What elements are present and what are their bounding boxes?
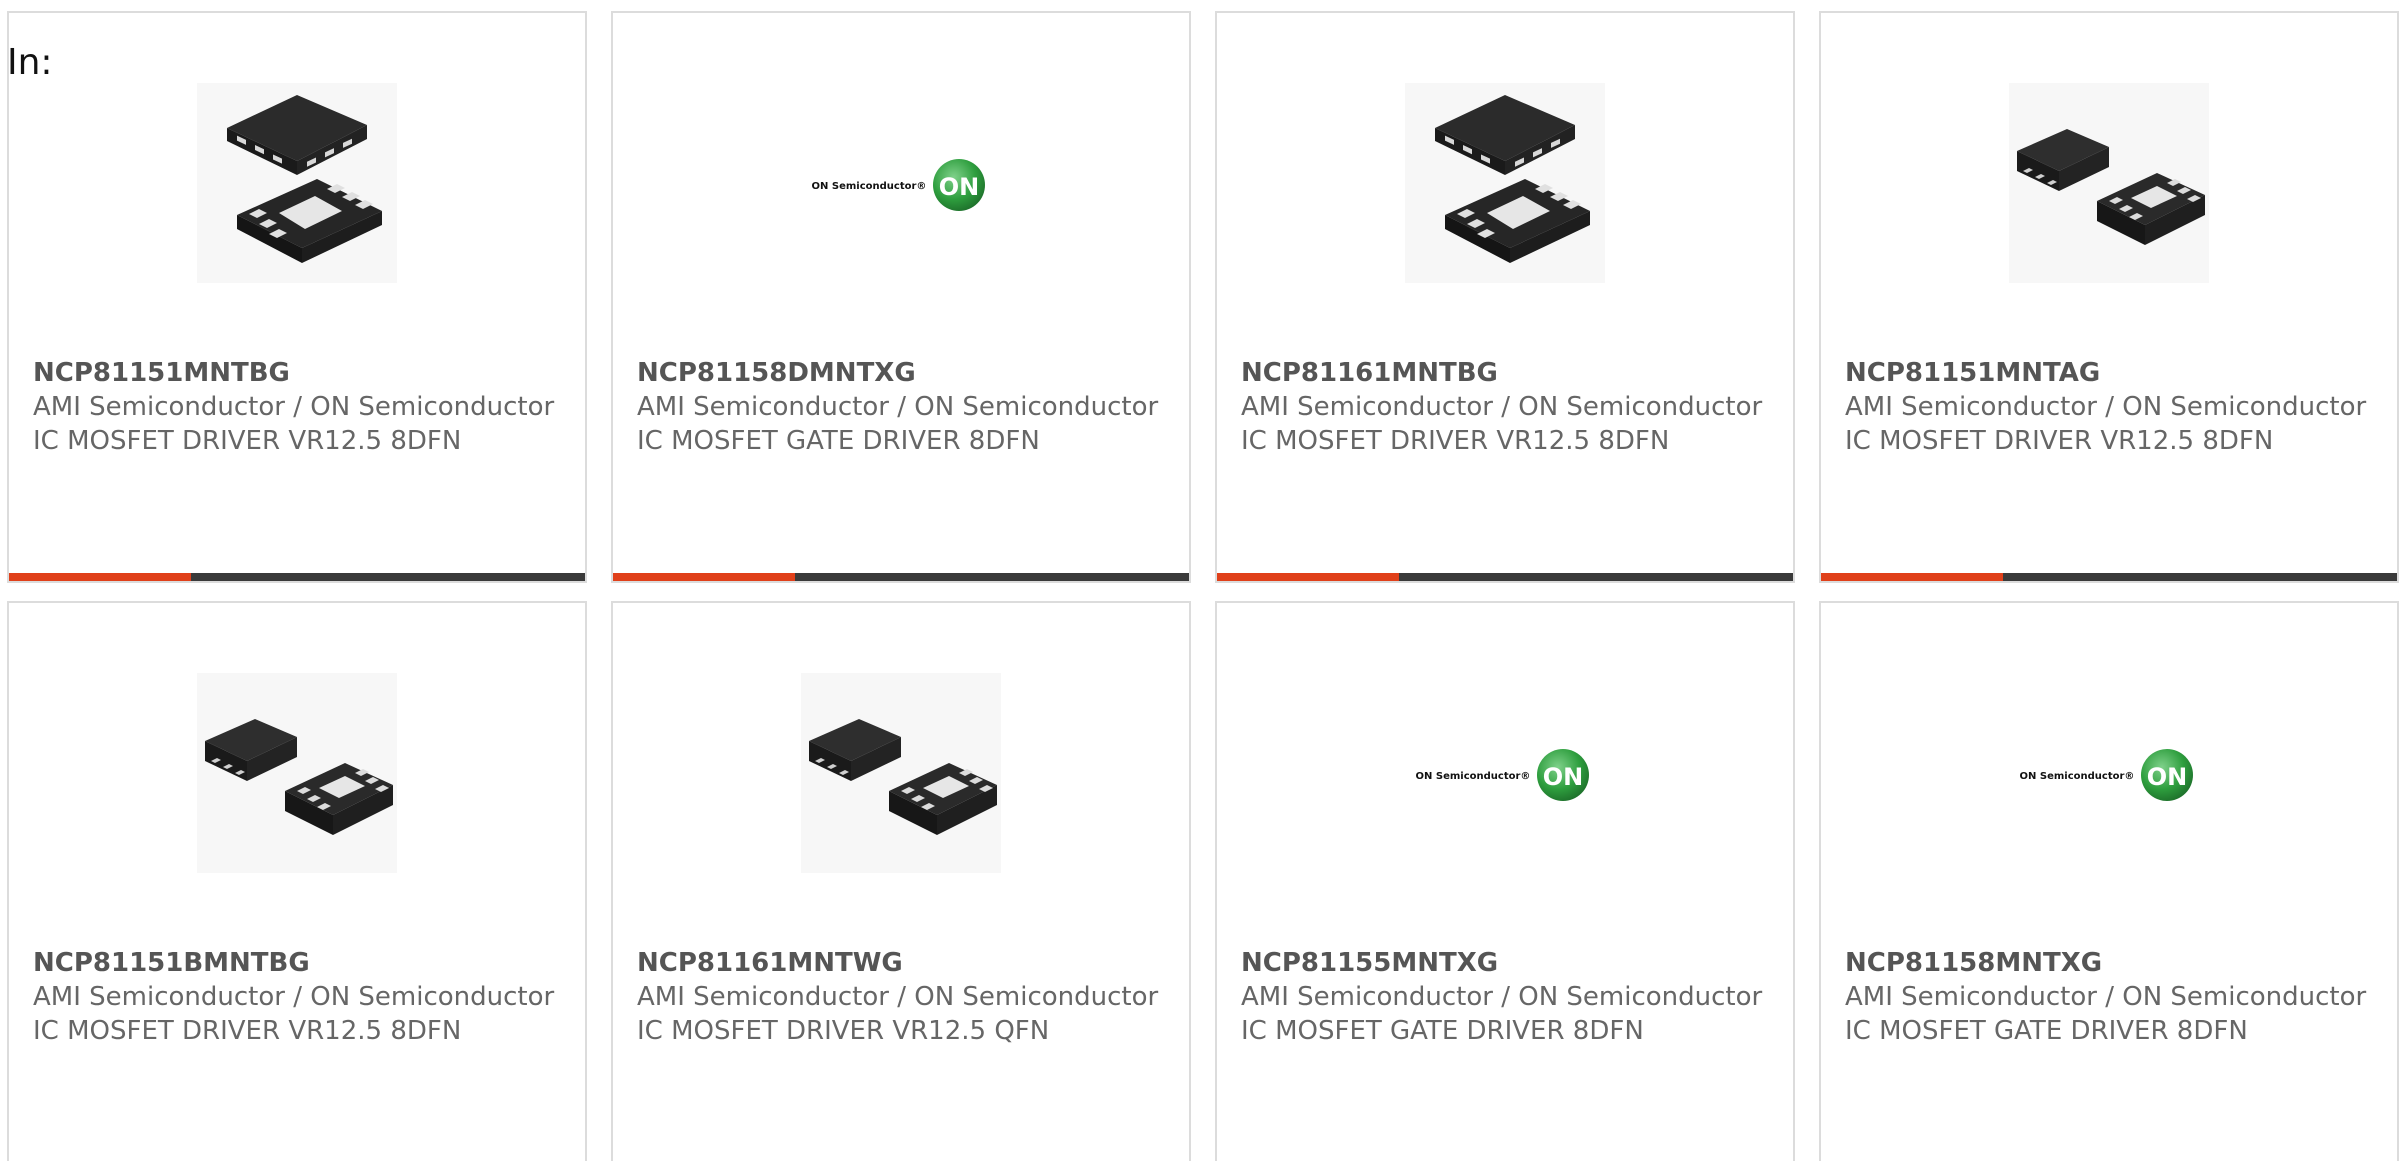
product-card[interactable]: ON Semiconductor® ON NCP81158DMNTXG AMI S… (611, 11, 1191, 583)
dfn-chip-angled-image (197, 83, 397, 283)
part-number-link[interactable]: NCP81158MNTXG (1845, 946, 2377, 980)
product-card[interactable]: NCP81151MNTAG AMI Semiconductor / ON Semi… (1819, 11, 2399, 583)
card-hover-bar-accent (613, 573, 795, 581)
product-description: IC MOSFET GATE DRIVER 8DFN (1241, 1016, 1644, 1046)
part-number-link[interactable]: NCP81161MNTWG (637, 946, 1169, 980)
filter-in-label: In: (7, 42, 53, 83)
part-number-link[interactable]: NCP81155MNTXG (1241, 946, 1773, 980)
manufacturer-name: AMI Semiconductor / ON Semiconductor (1241, 982, 1763, 1012)
logo-wordmark: ON Semiconductor® (1416, 771, 1531, 782)
product-info: NCP81158MNTXG AMI Semiconductor / ON Semi… (1845, 946, 2377, 1048)
manufacturer-name: AMI Semiconductor / ON Semiconductor (637, 982, 1159, 1012)
product-card[interactable]: ON Semiconductor® ON NCP81158MNTXG AMI Se… (1819, 601, 2399, 1161)
product-description: IC MOSFET DRIVER VR12.5 8DFN (33, 1016, 462, 1046)
manufacturer-name: AMI Semiconductor / ON Semiconductor (1241, 392, 1763, 422)
manufacturer-name: AMI Semiconductor / ON Semiconductor (33, 392, 555, 422)
product-description: IC MOSFET GATE DRIVER 8DFN (1845, 1016, 2248, 1046)
product-card[interactable]: NCP81161MNTWG AMI Semiconductor / ON Semi… (611, 601, 1191, 1161)
logo-badge: ON (939, 173, 980, 201)
product-description: IC MOSFET DRIVER VR12.5 8DFN (1241, 426, 1670, 456)
on-semiconductor-logo-image: ON Semiconductor® ON (1416, 749, 1589, 801)
product-info: NCP81161MNTBG AMI Semiconductor / ON Semi… (1241, 356, 1773, 458)
dfn-chip-pair-image (197, 673, 397, 873)
product-image[interactable] (197, 673, 397, 873)
manufacturer-name: AMI Semiconductor / ON Semiconductor (33, 982, 555, 1012)
card-hover-bar (9, 573, 585, 581)
dfn-chip-pair-image (801, 673, 1001, 873)
product-description: IC MOSFET GATE DRIVER 8DFN (637, 426, 1040, 456)
product-info: NCP81151MNTAG AMI Semiconductor / ON Semi… (1845, 356, 2377, 458)
manufacturer-name: AMI Semiconductor / ON Semiconductor (637, 392, 1159, 422)
part-number-link[interactable]: NCP81161MNTBG (1241, 356, 1773, 390)
dfn-chip-angled-image (1405, 83, 1605, 283)
manufacturer-name: AMI Semiconductor / ON Semiconductor (1845, 982, 2367, 1012)
card-hover-bar-accent (9, 573, 191, 581)
card-hover-bar-accent (1821, 573, 2003, 581)
card-hover-bar-accent (1217, 573, 1399, 581)
part-number-link[interactable]: NCP81151MNTBG (33, 356, 565, 390)
product-results-page: In: NCP81151MNTBG AMI Semiconductor / ON… (0, 0, 2400, 1161)
product-image[interactable]: ON Semiconductor® ON (801, 83, 1001, 283)
product-image[interactable]: ON Semiconductor® ON (2009, 673, 2209, 873)
card-hover-bar (1821, 573, 2397, 581)
product-info: NCP81151BMNTBG AMI Semiconductor / ON Sem… (33, 946, 565, 1048)
product-image[interactable] (801, 673, 1001, 873)
part-number-link[interactable]: NCP81158DMNTXG (637, 356, 1169, 390)
product-grid: NCP81151MNTBG AMI Semiconductor / ON Semi… (7, 11, 2400, 1161)
product-card[interactable]: NCP81151BMNTBG AMI Semiconductor / ON Sem… (7, 601, 587, 1161)
on-semiconductor-logo-image: ON Semiconductor® ON (2020, 749, 2193, 801)
card-hover-bar (613, 573, 1189, 581)
product-image[interactable] (1405, 83, 1605, 283)
product-card[interactable]: NCP81161MNTBG AMI Semiconductor / ON Semi… (1215, 11, 1795, 583)
product-image[interactable] (2009, 83, 2209, 283)
product-description: IC MOSFET DRIVER VR12.5 8DFN (1845, 426, 2274, 456)
on-semiconductor-logo-image: ON Semiconductor® ON (812, 159, 985, 211)
logo-wordmark: ON Semiconductor® (2020, 771, 2135, 782)
card-hover-bar (1217, 573, 1793, 581)
product-description: IC MOSFET DRIVER VR12.5 8DFN (33, 426, 462, 456)
manufacturer-name: AMI Semiconductor / ON Semiconductor (1845, 392, 2367, 422)
product-card[interactable]: ON Semiconductor® ON NCP81155MNTXG AMI Se… (1215, 601, 1795, 1161)
logo-badge: ON (2147, 763, 2188, 791)
logo-wordmark: ON Semiconductor® (812, 181, 927, 192)
product-info: NCP81161MNTWG AMI Semiconductor / ON Semi… (637, 946, 1169, 1048)
logo-badge: ON (1543, 763, 1584, 791)
product-info: NCP81158DMNTXG AMI Semiconductor / ON Sem… (637, 356, 1169, 458)
product-image[interactable]: ON Semiconductor® ON (1405, 673, 1605, 873)
product-info: NCP81151MNTBG AMI Semiconductor / ON Semi… (33, 356, 565, 458)
product-info: NCP81155MNTXG AMI Semiconductor / ON Semi… (1241, 946, 1773, 1048)
product-description: IC MOSFET DRIVER VR12.5 QFN (637, 1016, 1050, 1046)
product-image[interactable] (197, 83, 397, 283)
dfn-chip-pair-image (2009, 83, 2209, 283)
part-number-link[interactable]: NCP81151MNTAG (1845, 356, 2377, 390)
part-number-link[interactable]: NCP81151BMNTBG (33, 946, 565, 980)
product-card[interactable]: NCP81151MNTBG AMI Semiconductor / ON Semi… (7, 11, 587, 583)
